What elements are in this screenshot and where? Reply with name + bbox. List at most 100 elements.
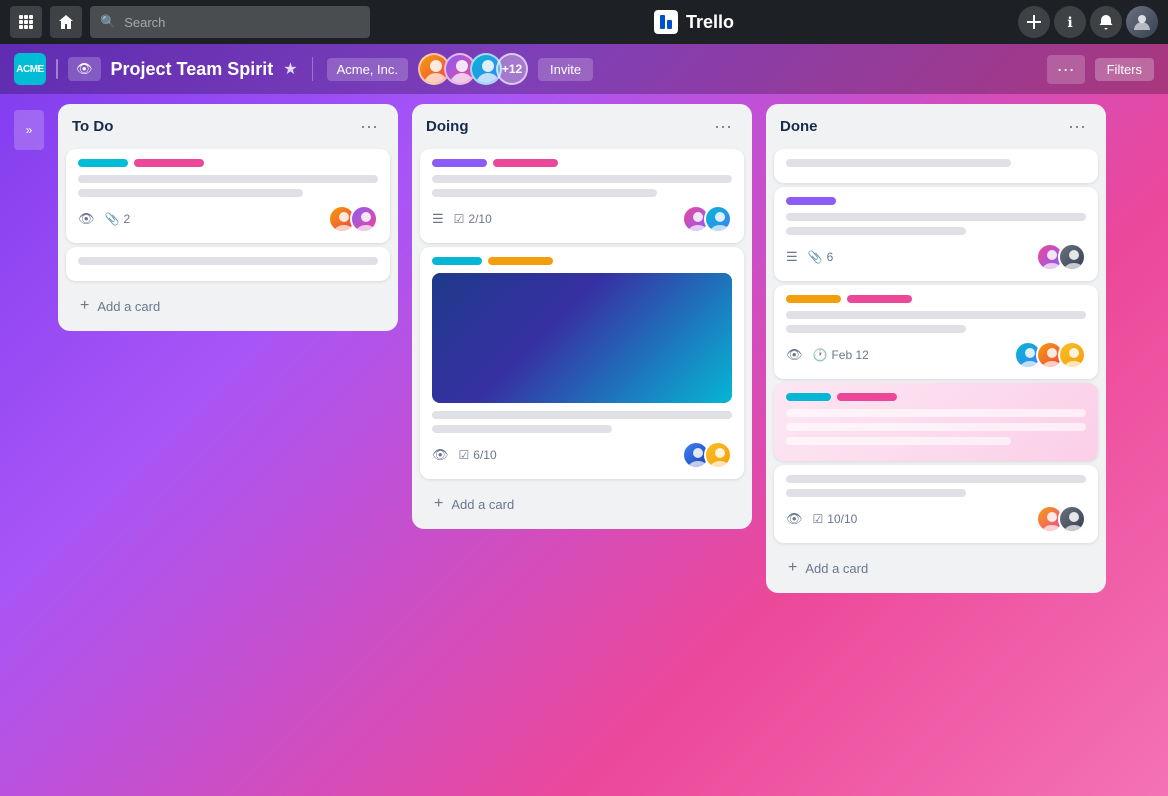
notifications-button[interactable] [1090,6,1122,38]
add-card-todo[interactable]: + Add a card [66,289,390,323]
column-doing: Doing ··· ☰ ☑ 2/1 [412,104,752,529]
add-button[interactable] [1018,6,1050,38]
search-bar[interactable]: 🔍 Search [90,6,370,38]
board-body: » To Do ··· 👁 [0,94,1168,796]
column-menu-todo[interactable]: ··· [354,114,384,139]
label-cyan [786,393,831,401]
card-text-line [786,489,966,497]
column-header-doing: Doing ··· [412,104,752,145]
column-menu-done[interactable]: ··· [1062,114,1092,139]
header-separator [312,57,313,81]
card-3-members [682,205,732,233]
top-nav: 🔍 Search Trello ℹ [0,0,1168,44]
card-text-line [786,159,1011,167]
card-4-footer: 👁 ☑ 6/10 [432,441,732,469]
card-8-text [786,409,1086,445]
card-1[interactable]: 👁 📎 2 [66,149,390,243]
workspace-button[interactable]: Acme, Inc. [327,58,408,81]
home-button[interactable] [50,6,82,38]
card-4-labels [432,257,732,265]
add-card-label: Add a card [451,497,514,512]
column-title-todo: To Do [72,118,113,135]
label-purple [432,159,487,167]
card-text-line [786,213,1086,221]
card-9-footer: 👁 ☑ 10/10 [786,505,1086,533]
card-member-purple[interactable] [350,205,378,233]
paperclip-icon: 📎 [808,250,823,264]
invite-button[interactable]: Invite [538,58,593,81]
column-header-todo: To Do ··· [58,104,398,145]
label-cyan [432,257,482,265]
search-placeholder: Search [124,15,165,30]
label-pink [134,159,204,167]
card-member-yellow[interactable] [1058,341,1086,369]
member-count-badge[interactable]: +12 [496,53,528,85]
card-text-line [786,311,1086,319]
card-6-footer-left: ☰ 📎 6 [786,249,833,265]
search-icon: 🔍 [100,14,116,30]
card-text-line [78,189,303,197]
filter-button[interactable]: Filters [1095,58,1154,81]
card-member-teal[interactable] [704,205,732,233]
card-9-footer-left: 👁 ☑ 10/10 [786,511,857,527]
card-6[interactable]: ☰ 📎 6 [774,187,1098,281]
eye-icon: 👁 [786,347,803,363]
add-card-done[interactable]: + Add a card [774,551,1098,585]
card-member-yellow[interactable] [704,441,732,469]
nav-right-actions: ℹ [1018,6,1158,38]
card-7-text [786,311,1086,333]
board-title[interactable]: Project Team Spirit [111,59,274,80]
card-5-text [786,159,1086,167]
card-9-members [1036,505,1086,533]
star-button[interactable]: ★ [283,59,297,79]
card-7-labels [786,295,1086,303]
card-3-footer-left: ☰ ☑ 2/10 [432,211,492,227]
column-title-done: Done [780,118,818,135]
column-header-done: Done ··· [766,104,1106,145]
info-button[interactable]: ℹ [1054,6,1086,38]
checklist-icon: ☑ [454,212,465,226]
column-menu-doing[interactable]: ··· [708,114,738,139]
user-avatar[interactable] [1126,6,1158,38]
add-card-doing[interactable]: + Add a card [420,487,744,521]
card-text-line [786,325,966,333]
label-yellow [488,257,553,265]
more-button[interactable]: ··· [1047,55,1085,84]
card-text-line [432,189,657,197]
card-7[interactable]: 👁 🕐 Feb 12 [774,285,1098,379]
column-title-doing: Doing [426,118,469,135]
label-pink [493,159,558,167]
card-3[interactable]: ☰ ☑ 2/10 [420,149,744,243]
add-icon: + [788,559,797,577]
card-1-labels [78,159,378,167]
column-todo: To Do ··· 👁 📎 2 [58,104,398,331]
label-pink [847,295,912,303]
apps-button[interactable] [10,6,42,38]
card-4[interactable]: 👁 ☑ 6/10 [420,247,744,479]
card-text-line [432,425,612,433]
workspace-logo[interactable]: ACME [14,53,46,85]
card-9[interactable]: 👁 ☑ 10/10 [774,465,1098,543]
card-member-gray[interactable] [1058,243,1086,271]
card-6-footer: ☰ 📎 6 [786,243,1086,271]
member-avatars: +12 [418,53,528,85]
card-6-text [786,213,1086,235]
card-5[interactable] [774,149,1098,183]
add-card-label: Add a card [97,299,160,314]
card-member-gray[interactable] [1058,505,1086,533]
header-divider [56,59,58,79]
card-1-attachment: 📎 2 [105,212,131,226]
visibility-button[interactable]: 👁 [68,57,101,81]
attachment-count: 6 [827,250,834,264]
card-1-footer-left: 👁 📎 2 [78,211,130,227]
sidebar-toggle[interactable]: » [14,110,44,150]
card-text-line [786,437,1011,445]
card-8-labels [786,393,1086,401]
card-text-line [78,257,378,265]
card-4-checklist: ☑ 6/10 [459,448,497,462]
card-2[interactable] [66,247,390,281]
column-cards-todo: 👁 📎 2 [58,145,398,285]
date-value: Feb 12 [831,348,868,362]
label-cyan [78,159,128,167]
card-8[interactable] [774,383,1098,461]
